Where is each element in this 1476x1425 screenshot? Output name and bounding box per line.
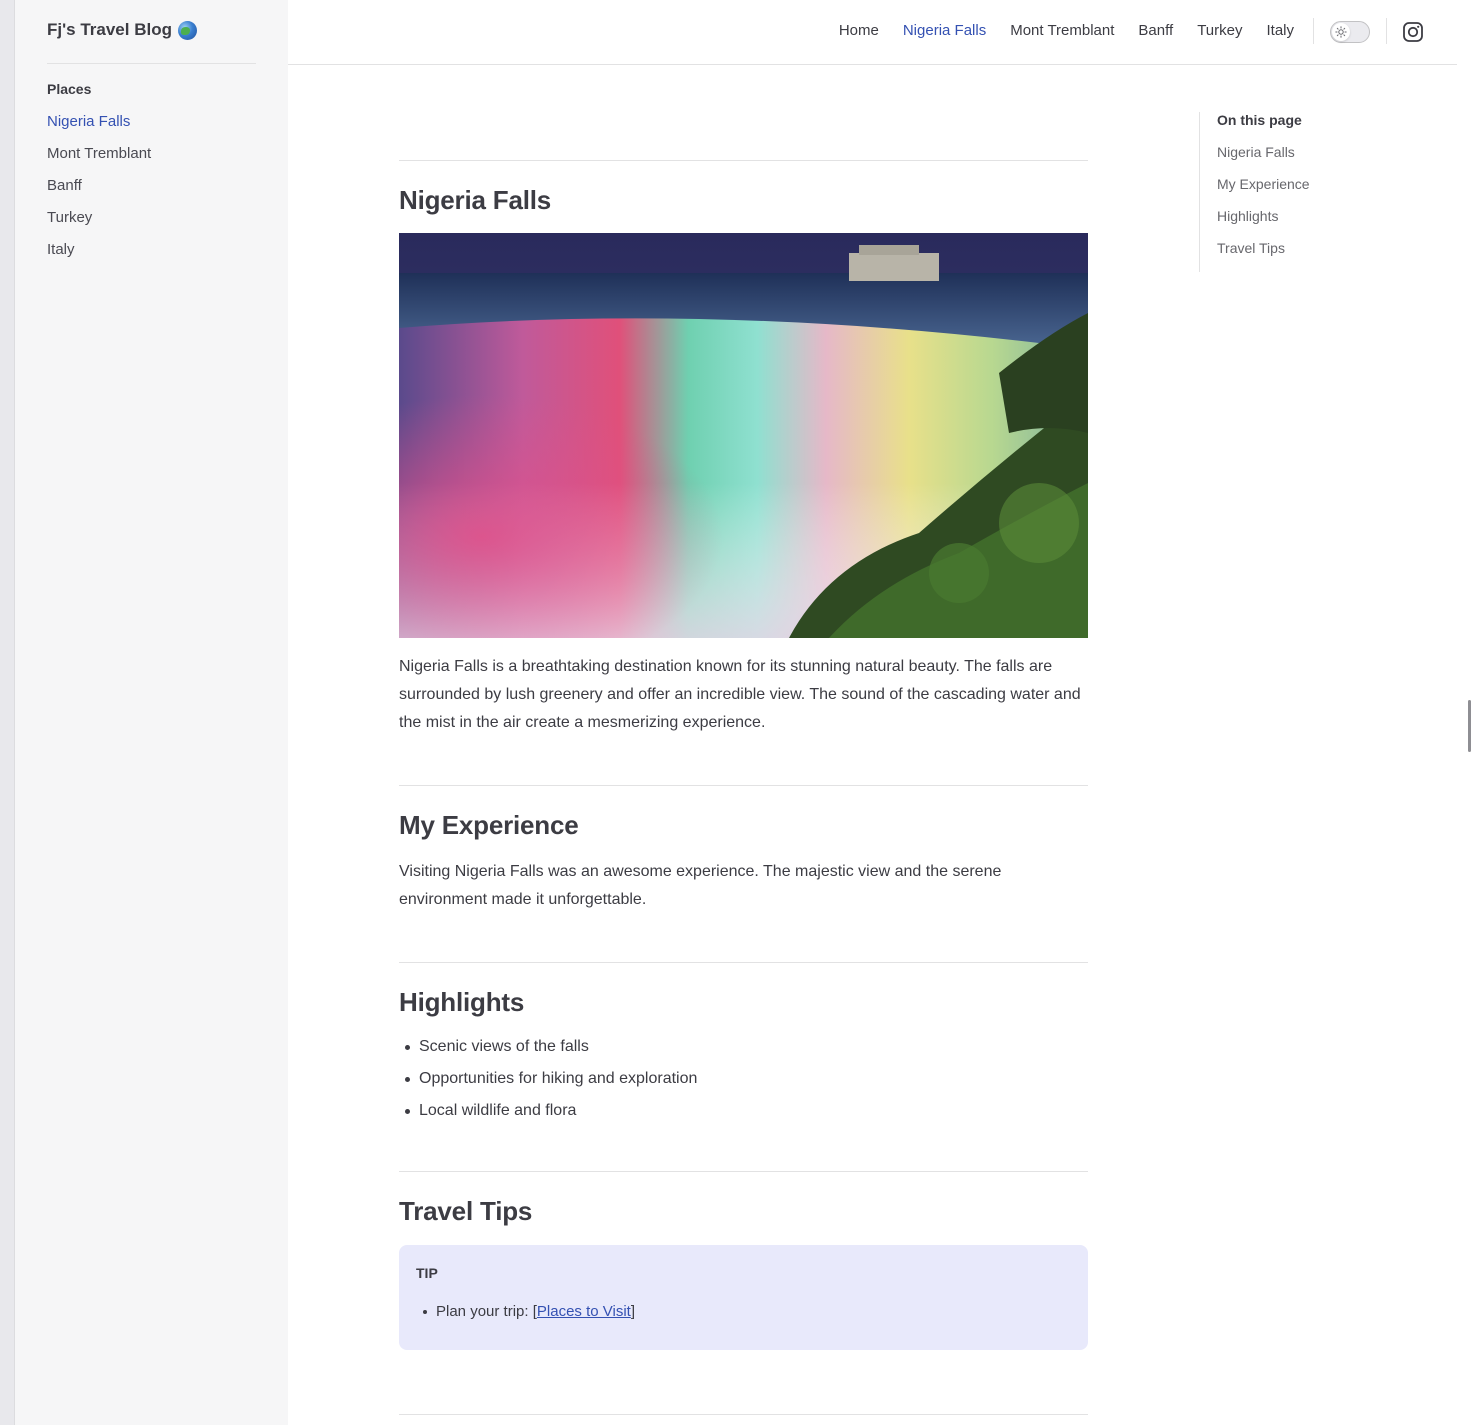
sidebar-nav: Nigeria Falls Mont Tremblant Banff Turke… [47,112,151,272]
toc-item-travel-tips[interactable]: Travel Tips [1217,232,1399,264]
navbar-divider [1313,18,1314,44]
topnav-turkey[interactable]: Turkey [1197,22,1242,39]
toc-list: Nigeria Falls My Experience Highlights T… [1217,136,1399,264]
topnav-nigeria-falls[interactable]: Nigeria Falls [903,22,986,39]
falls-image [399,233,1088,638]
topnav-banff[interactable]: Banff [1138,22,1173,39]
table-of-contents: On this page Nigeria Falls My Experience… [1199,112,1399,272]
sidebar-item-italy[interactable]: Italy [47,240,151,272]
sidebar-item-turkey[interactable]: Turkey [47,208,151,240]
toc-title: On this page [1217,112,1302,128]
topnav-mont-tremblant[interactable]: Mont Tremblant [1010,22,1114,39]
theme-toggle[interactable] [1330,21,1370,43]
topnav-italy[interactable]: Italy [1266,22,1294,39]
scrollbar[interactable] [1457,0,1476,1425]
sidebar-item-nigeria-falls[interactable]: Nigeria Falls [47,112,151,144]
globe-icon [177,20,197,40]
experience-paragraph: Visiting Nigeria Falls was an awesome ex… [399,863,1002,908]
top-navbar: Home Nigeria Falls Mont Tremblant Banff … [288,0,1457,65]
tip-list: Plan your trip: [Places to Visit] [416,1303,1071,1320]
scrollbar-thumb[interactable] [1468,700,1471,752]
tip-item-suffix: ] [630,1303,635,1320]
sidebar-divider [47,63,256,64]
places-to-visit-link[interactable]: Places to Visit [537,1303,631,1320]
toc-item-my-experience[interactable]: My Experience [1217,168,1399,200]
highlights-list: Scenic views of the falls Opportunities … [399,1035,697,1131]
topnav-home[interactable]: Home [839,22,879,39]
heading-nigeria-falls: Nigeria Falls [399,185,552,215]
list-item: Opportunities for hiking and exploration [399,1067,697,1099]
heading-my-experience: My Experience [399,810,579,840]
heading-highlights: Highlights [399,987,525,1017]
section-divider [399,1171,1088,1172]
section-divider [399,962,1088,963]
tip-item: Plan your trip: [Places to Visit] [416,1303,1071,1320]
left-gutter [0,0,15,1425]
tip-callout: TIP Plan your trip: [Places to Visit] [399,1245,1088,1350]
section-divider [399,1414,1088,1415]
navbar-divider-2 [1386,18,1387,44]
intro-paragraph: Nigeria Falls is a breathtaking destinat… [399,658,1081,731]
sidebar: Fj's Travel Blog Places Nigeria Falls Mo… [15,0,288,1425]
toggle-knob [1332,23,1350,41]
section-divider [399,160,1088,161]
heading-travel-tips: Travel Tips [399,1196,533,1226]
sidebar-item-banff[interactable]: Banff [47,176,151,208]
sun-icon [1335,26,1347,38]
sidebar-item-mont-tremblant[interactable]: Mont Tremblant [47,144,151,176]
toc-item-nigeria-falls[interactable]: Nigeria Falls [1217,136,1399,168]
section-divider [399,785,1088,786]
list-item: Scenic views of the falls [399,1035,697,1067]
sidebar-section-title: Places [47,81,92,97]
tip-item-prefix: Plan your trip: [ [436,1303,537,1320]
instagram-icon[interactable] [1402,21,1424,43]
site-title[interactable]: Fj's Travel Blog [47,20,197,40]
tip-title: TIP [416,1265,438,1281]
site-title-text: Fj's Travel Blog [47,20,172,39]
list-item: Local wildlife and flora [399,1099,697,1131]
top-nav: Home Nigeria Falls Mont Tremblant Banff … [839,22,1294,39]
toc-item-highlights[interactable]: Highlights [1217,200,1399,232]
